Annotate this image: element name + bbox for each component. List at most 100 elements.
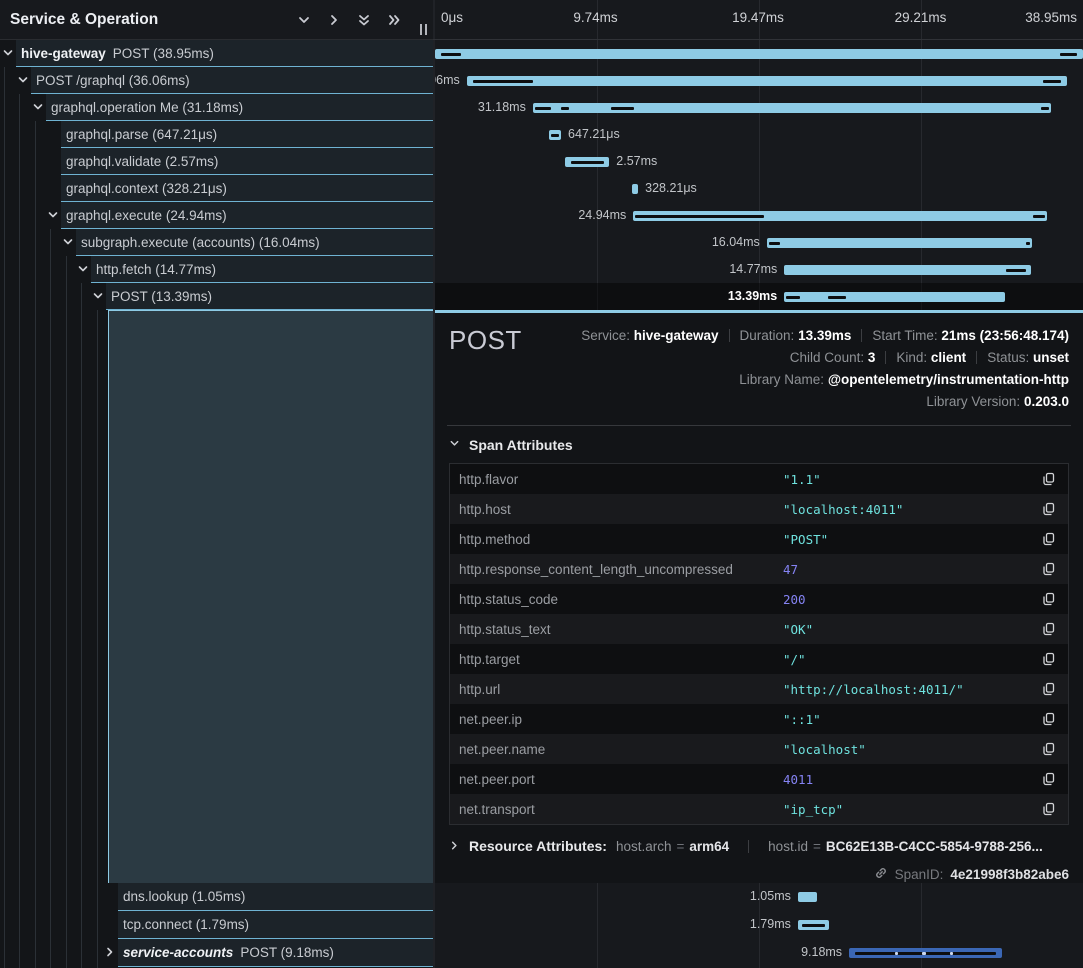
meta-value: 0.203.0 bbox=[1024, 394, 1069, 409]
expand-one-icon[interactable] bbox=[327, 13, 341, 27]
detail-title: POST bbox=[449, 325, 522, 356]
copy-icon[interactable] bbox=[1030, 622, 1068, 636]
span-bar[interactable]: 14.77ms bbox=[784, 265, 1030, 275]
attr-row: net.peer.port4011 bbox=[450, 764, 1068, 794]
attr-row: http.response_content_length_uncompresse… bbox=[450, 554, 1068, 584]
span-bar[interactable]: 647.21μs bbox=[549, 130, 561, 140]
span-row-subgraph-execute[interactable]: subgraph.execute (accounts) (16.04ms) 16… bbox=[0, 229, 1083, 256]
span-bar[interactable]: 31.18ms bbox=[533, 103, 1051, 113]
span-id-row: SpanID: 4e21998f3b82abe6 bbox=[435, 854, 1083, 883]
resource-attributes-toggle[interactable]: Resource Attributes: host.arch=arm64 hos… bbox=[435, 825, 1083, 854]
span-bar[interactable]: 16.04ms bbox=[767, 238, 1032, 248]
chevron-down-icon[interactable] bbox=[92, 290, 104, 302]
span-label: POST (13.39ms) bbox=[111, 289, 212, 304]
span-bar[interactable]: 1.05ms bbox=[798, 892, 817, 902]
copy-icon[interactable] bbox=[1030, 562, 1068, 576]
resource-value: BC62E13B-C4CC-5854-9788-256... bbox=[826, 839, 1043, 854]
meta-value: 3 bbox=[868, 350, 876, 365]
expand-all-icon[interactable] bbox=[387, 13, 401, 27]
chevron-down-icon[interactable] bbox=[2, 47, 14, 59]
attr-value: "localhost" bbox=[783, 742, 866, 757]
column-resize-handle[interactable] bbox=[420, 24, 427, 35]
span-row-http-fetch[interactable]: http.fetch (14.77ms) 14.77ms bbox=[0, 256, 1083, 283]
attr-value: 4011 bbox=[783, 772, 813, 787]
span-row-dns-lookup[interactable]: dns.lookup (1.05ms) 1.05ms bbox=[0, 883, 1083, 911]
span-row-graphql-operation[interactable]: graphql.operation Me (31.18ms) 31.18ms bbox=[0, 94, 1083, 121]
tick-label: 29.21ms bbox=[895, 10, 947, 25]
chevron-down-icon[interactable] bbox=[32, 101, 44, 113]
copy-icon[interactable] bbox=[1030, 682, 1068, 696]
span-row-post-graphql[interactable]: POST /graphql (36.06ms) 36.06ms bbox=[0, 67, 1083, 94]
attr-value: "::1" bbox=[783, 712, 821, 727]
chevron-down-icon[interactable] bbox=[77, 263, 89, 275]
span-bar[interactable]: 328.21μs bbox=[632, 184, 638, 194]
span-label: graphql.execute (24.94ms) bbox=[66, 208, 227, 223]
tree-guide-line bbox=[66, 256, 67, 968]
span-label: graphql.context (328.21μs) bbox=[66, 181, 227, 196]
section-label: Span Attributes bbox=[469, 437, 573, 453]
chevron-down-icon bbox=[449, 436, 460, 454]
link-icon[interactable] bbox=[874, 866, 888, 883]
meta-value: 21ms (23:56:48.174) bbox=[941, 328, 1069, 343]
tick-label: 0μs bbox=[441, 10, 463, 25]
meta-value: hive-gateway bbox=[634, 328, 719, 343]
copy-icon[interactable] bbox=[1030, 592, 1068, 606]
copy-icon[interactable] bbox=[1030, 502, 1068, 516]
chevron-down-icon[interactable] bbox=[17, 74, 29, 86]
attr-row: http.flavor"1.1" bbox=[450, 464, 1068, 494]
span-row-graphql-parse[interactable]: graphql.parse (647.21μs) 647.21μs bbox=[0, 121, 1083, 148]
chevron-down-icon[interactable] bbox=[62, 236, 74, 248]
span-bar[interactable]: 9.18ms bbox=[849, 948, 1002, 958]
copy-icon[interactable] bbox=[1030, 742, 1068, 756]
copy-icon[interactable] bbox=[1030, 802, 1068, 816]
collapse-all-icon[interactable] bbox=[357, 13, 371, 27]
attr-key: http.url bbox=[450, 682, 783, 697]
copy-icon[interactable] bbox=[1030, 772, 1068, 786]
copy-icon[interactable] bbox=[1030, 652, 1068, 666]
span-row-graphql-validate[interactable]: graphql.validate (2.57ms) 2.57ms bbox=[0, 148, 1083, 175]
span-label: dns.lookup (1.05ms) bbox=[123, 889, 245, 904]
span-label: tcp.connect (1.79ms) bbox=[123, 917, 249, 932]
span-bar[interactable] bbox=[435, 49, 1083, 59]
attr-row: http.target"/" bbox=[450, 644, 1068, 674]
copy-icon[interactable] bbox=[1030, 532, 1068, 546]
span-attributes-toggle[interactable]: Span Attributes bbox=[435, 436, 1083, 463]
span-row-graphql-context[interactable]: graphql.context (328.21μs) 328.21μs bbox=[0, 175, 1083, 202]
span-id-label: SpanID: bbox=[895, 867, 944, 882]
attr-row: http.method"POST" bbox=[450, 524, 1068, 554]
detail-meta: Service: hive-gatewayDuration: 13.39msSt… bbox=[581, 325, 1069, 413]
span-row-hive-gateway-post[interactable]: hive-gateway POST (38.95ms) bbox=[0, 40, 1083, 67]
collapse-one-icon[interactable] bbox=[297, 13, 311, 27]
span-row-post-selected[interactable]: POST (13.39ms) 13.39ms bbox=[0, 283, 1083, 310]
detail-indent-panel bbox=[108, 310, 433, 883]
meta-label: Duration: bbox=[740, 328, 795, 343]
meta-value: @opentelemetry/instrumentation-http bbox=[828, 372, 1069, 387]
duration-label: 13.39ms bbox=[728, 289, 777, 303]
span-label: POST (9.18ms) bbox=[240, 945, 334, 960]
span-row-tcp-connect[interactable]: tcp.connect (1.79ms) 1.79ms bbox=[0, 911, 1083, 939]
attr-row: http.url"http://localhost:4011/" bbox=[450, 674, 1068, 704]
meta-label: Service: bbox=[581, 328, 630, 343]
span-bar[interactable]: 24.94ms bbox=[633, 211, 1047, 221]
attr-key: net.transport bbox=[450, 802, 783, 817]
duration-label: 647.21μs bbox=[568, 127, 620, 141]
span-bar[interactable]: 1.79ms bbox=[798, 920, 829, 930]
meta-label: Start Time: bbox=[872, 328, 937, 343]
span-bar[interactable]: 13.39ms bbox=[784, 292, 1004, 302]
attr-row: net.transport"ip_tcp" bbox=[450, 794, 1068, 824]
attr-value: "POST" bbox=[783, 532, 828, 547]
duration-label: 36.06ms bbox=[435, 73, 460, 87]
duration-label: 16.04ms bbox=[712, 235, 760, 249]
copy-icon[interactable] bbox=[1030, 712, 1068, 726]
span-bar[interactable]: 2.57ms bbox=[565, 157, 609, 167]
span-attributes-table: http.flavor"1.1" http.host"localhost:401… bbox=[449, 463, 1069, 825]
copy-icon[interactable] bbox=[1030, 472, 1068, 486]
chevron-right-icon[interactable] bbox=[104, 946, 116, 958]
span-row-service-accounts-post[interactable]: service-accounts POST (9.18ms) 9.18ms bbox=[0, 939, 1083, 967]
chevron-down-icon[interactable] bbox=[47, 209, 59, 221]
span-bar[interactable]: 36.06ms bbox=[467, 76, 1067, 86]
span-row-graphql-execute[interactable]: graphql.execute (24.94ms) 24.94ms bbox=[0, 202, 1083, 229]
service-name: hive-gateway bbox=[21, 46, 106, 61]
tick-label: 38.95ms bbox=[1025, 10, 1077, 25]
tick-label: 9.74ms bbox=[573, 10, 617, 25]
